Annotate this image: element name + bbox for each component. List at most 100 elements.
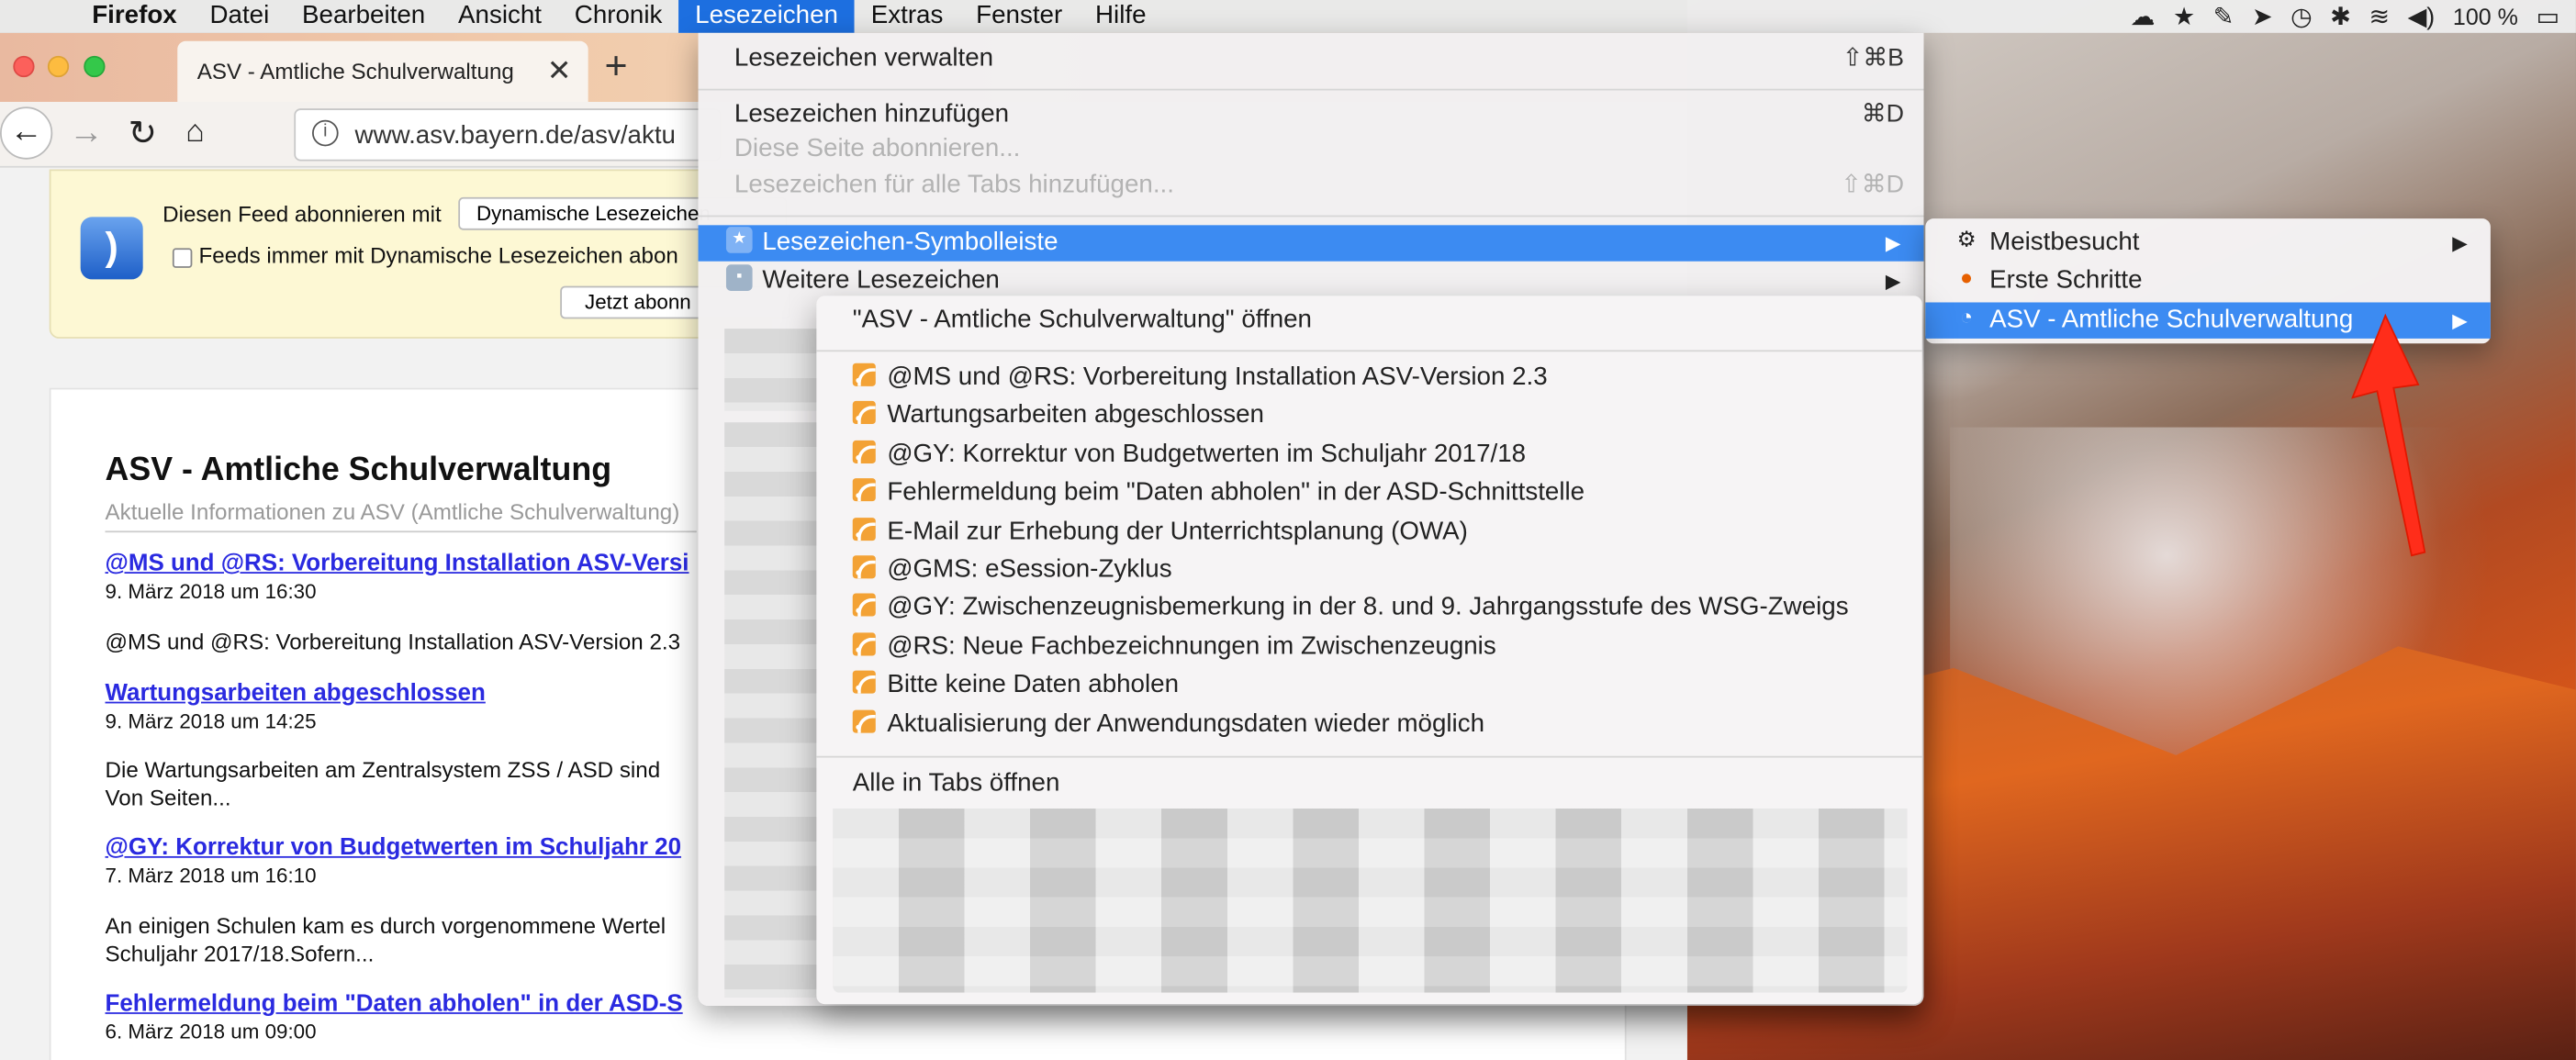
url-bar[interactable]: i www.asv.bayern.de/asv/aktu [294,108,722,162]
entry-text: Schuljahr 2017/18.Sofern... [105,942,375,966]
rss-icon [852,594,876,618]
info-icon[interactable]: i [312,119,339,147]
menu-item-label: Erste Schritte [1989,266,2143,295]
menu-item-label: Lesezeichen für alle Tabs hinzufügen... [734,171,1174,199]
feed-item[interactable]: @GY: Korrektur von Budgetwerten im Schul… [816,437,1921,473]
menu-datei[interactable]: Datei [194,0,286,33]
entry-date: 6. März 2018 um 09:00 [105,1021,317,1044]
home-icon[interactable]: ⌂ [185,115,205,151]
feed-item-label: @GY: Zwischenzeugnisbemerkung in der 8. … [887,593,1849,621]
rss-icon [852,441,876,464]
tab-title: ASV - Amtliche Schulverwaltung [196,59,514,84]
feed-item-label: @MS und @RS: Vorbereitung Installation A… [887,363,1548,392]
feed-item-label: Aktualisierung der Anwendungsdaten wiede… [887,709,1485,739]
feed-item-label: @GMS: eSession-Zyklus [887,555,1172,584]
creative-cloud-icon[interactable]: ☁ [2130,2,2155,31]
minimize-window-button[interactable] [47,55,70,78]
close-window-button[interactable] [13,55,35,78]
time-machine-icon[interactable]: ◷ [2290,2,2312,31]
bookmark-app-icon[interactable]: ★ [2173,2,2195,31]
rss-icon [852,363,876,387]
menu-item-open-feed[interactable]: "ASV - Amtliche Schulverwaltung" öffnen [816,302,1921,338]
evernote-icon[interactable]: ✎ [2213,2,2234,31]
menu-item-other-bookmarks[interactable]: ▪ Weitere Lesezeichen ▶ [699,263,1924,299]
menu-fenster[interactable]: Fenster [959,0,1079,33]
menu-item-label: Weitere Lesezeichen [762,266,1000,295]
feed-item-label: @RS: Neue Fachbezeichnungen im Zwischenz… [887,632,1496,661]
menu-hilfe[interactable]: Hilfe [1079,0,1162,33]
feed-subscribe-label: Diesen Feed abonnieren mit [162,202,442,228]
submenu-item-most-visited[interactable]: ⚙ Meistbesucht ▶ [1925,225,2491,261]
rss-icon [852,478,876,502]
menu-bearbeiten[interactable]: Bearbeiten [286,0,442,33]
entry-link[interactable]: Wartungsarbeiten abgeschlossen [106,680,486,707]
menu-item-label: Meistbesucht [1989,228,2140,257]
menu-extras[interactable]: Extras [855,0,959,33]
menu-item-label: ASV - Amtliche Schulverwaltung [1989,306,2354,334]
red-arrow-annotation [2351,313,2426,557]
back-icon[interactable]: ← [0,106,53,160]
wifi-icon[interactable]: ≋ [2369,2,2390,31]
battery-icon[interactable]: ▭ [2537,2,2559,31]
close-tab-icon[interactable]: ✕ [547,54,572,89]
menu-lesezeichen[interactable]: Lesezeichen [678,0,855,33]
folder-icon: ▪ [725,265,753,292]
menu-app[interactable]: Firefox [75,0,193,33]
rss-icon: ◔ [1959,305,1974,329]
gear-icon: ⚙ [1956,227,1977,252]
rss-icon [852,671,876,695]
volume-icon[interactable]: ◀) [2408,2,2436,31]
menu-item-bookmark-all-tabs: Lesezeichen für alle Tabs hinzufügen... … [699,168,1924,204]
submenu-arrow-icon: ▶ [2452,231,2468,255]
maximize-window-button[interactable] [84,55,106,78]
feed-item[interactable]: Bitte keine Daten abholen [816,667,1921,703]
feed-item[interactable]: Aktualisierung der Anwendungsdaten wiede… [816,707,1921,742]
feed-item[interactable]: @RS: Neue Fachbezeichnungen im Zwischenz… [816,630,1921,665]
always-use-checkbox[interactable] [172,248,193,268]
entry-link[interactable]: @MS und @RS: Vorbereitung Installation A… [106,551,689,577]
feed-item[interactable]: E-Mail zur Erhebung der Unterrichtsplanu… [816,514,1921,550]
feed-item[interactable]: Fehlermeldung beim "Daten abholen" in de… [816,475,1921,511]
menu-item-open-all-in-tabs[interactable]: Alle in Tabs öffnen [816,765,1921,801]
bluetooth-icon[interactable]: ✱ [2330,2,2351,31]
entry-text: @MS und @RS: Vorbereitung Installation A… [105,629,681,654]
menu-item-label: Lesezeichen hinzufügen [734,100,1010,128]
menu-ansicht[interactable]: Ansicht [442,0,558,33]
feed-item[interactable]: @MS und @RS: Vorbereitung Installation A… [816,360,1921,396]
feed-item[interactable]: @GY: Zwischenzeugnisbemerkung in der 8. … [816,590,1921,626]
menu-item-add-bookmark[interactable]: Lesezeichen hinzufügen ⌘D [699,97,1924,133]
blurred-bookmarks [724,422,820,998]
submenu-item-getting-started[interactable]: ● Erste Schritte [1925,263,2491,299]
entry-link[interactable]: Fehlermeldung beim "Daten abholen" in de… [106,991,683,1018]
rss-icon [852,555,876,580]
new-tab-icon[interactable]: + [605,44,628,90]
feed-item-label: @GY: Korrektur von Budgetwerten im Schul… [887,440,1527,469]
url-text: www.asv.bayern.de/asv/aktu [354,121,676,150]
feed-subscribe-box: ) Diesen Feed abonnieren mit Dynamische … [49,169,790,339]
rss-icon [852,401,876,425]
battery-percent: 100 % [2452,3,2518,30]
status-area: ☁ ★ ✎ ➤ ◷ ✱ ≋ ◀) 100 % ▭ [2130,0,2575,33]
firefox-icon: ● [1959,265,1974,290]
page-subtitle: Aktuelle Informationen zu ASV (Amtliche … [105,499,697,533]
menu-item-subscribe-page: Diese Seite abonnieren... [699,131,1924,167]
entry-link[interactable]: @GY: Korrektur von Budgetwerten im Schul… [106,835,681,862]
entry-date: 9. März 2018 um 14:25 [105,709,317,733]
unknown-app-icon[interactable]: ➤ [2252,2,2273,31]
browser-tab[interactable]: ASV - Amtliche Schulverwaltung ✕ [177,40,588,103]
forward-icon[interactable]: → [69,114,104,153]
entry-text: Von Seiten... [105,785,231,810]
rss-icon [852,518,876,541]
feed-item[interactable]: @GMS: eSession-Zyklus [816,552,1921,588]
shortcut-label: ⌘D [1861,100,1905,128]
feed-item[interactable]: Wartungsarbeiten abgeschlossen [816,397,1921,433]
reload-icon[interactable]: ↻ [129,114,158,155]
menu-chronik[interactable]: Chronik [558,0,678,33]
blurred-region [833,809,1908,993]
blurred-bookmarks [724,329,820,411]
menu-item-manage-bookmarks[interactable]: Lesezeichen verwalten ⇧⌘B [699,41,1924,77]
entry-date: 9. März 2018 um 16:30 [105,580,317,604]
bookmarks-toolbar-icon: ★ [725,227,753,254]
menu-item-bookmarks-toolbar[interactable]: ★ Lesezeichen-Symbolleiste ▶ [698,225,1924,262]
entry-text: Die Wartungsarbeiten am Zentralsystem ZS… [105,757,661,783]
